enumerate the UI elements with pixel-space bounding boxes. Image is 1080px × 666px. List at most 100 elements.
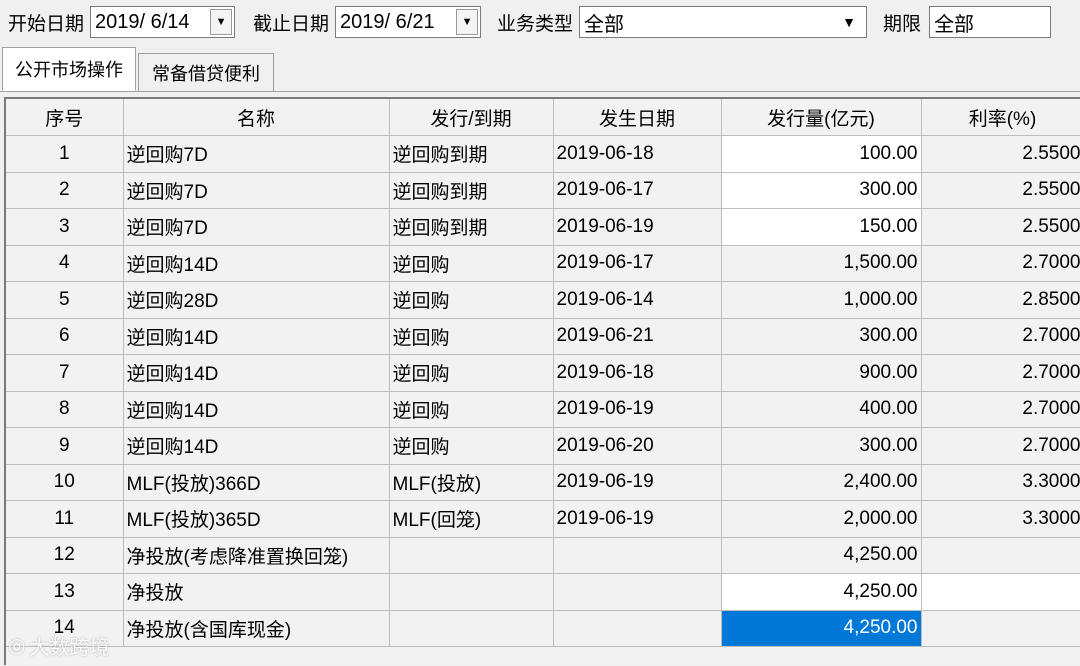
cell-index: 10 <box>6 464 124 501</box>
term-label: 期限 <box>883 13 922 35</box>
cell-rate: 2.7000 <box>921 245 1080 282</box>
cell-date: 2019-06-18 <box>553 135 722 173</box>
cell-index: 7 <box>6 354 124 392</box>
table-header-row: 序号 名称 发行/到期 发生日期 发行量(亿元) 利率(%) <box>6 99 1080 136</box>
col-header-amount[interactable]: 发行量(亿元) <box>721 99 922 136</box>
business-type-select[interactable]: 全部 ▼ <box>579 6 868 38</box>
cell-direction: 逆回购到期 <box>389 208 554 246</box>
table-row[interactable]: 2 逆回购7D 逆回购到期 2019-06-17 300.00 2.5500 <box>6 172 1080 209</box>
cell-date: 2019-06-21 <box>553 318 722 355</box>
filter-bar: 开始日期 2019/ 6/14 ▼ 截止日期 2019/ 6/21 ▼ 业务类型… <box>0 0 1080 44</box>
cell-date <box>553 573 722 611</box>
data-grid[interactable]: 序号 名称 发行/到期 发生日期 发行量(亿元) 利率(%) 1 逆回购7D 逆回购… <box>4 97 1080 665</box>
col-header-rate[interactable]: 利率(%) <box>921 99 1080 136</box>
business-type-label: 业务类型 <box>497 13 574 35</box>
cell-rate: 3.3000 <box>921 500 1080 538</box>
cell-rate: 2.5500 <box>921 135 1080 173</box>
cell-direction: 逆回购 <box>389 245 554 282</box>
cell-rate <box>921 610 1080 647</box>
cell-direction: 逆回购 <box>389 354 554 392</box>
cell-name: 净投放(含国库现金) <box>123 610 390 647</box>
selected-cell-amount[interactable]: 4,250.00 <box>721 610 922 647</box>
cell-date: 2019-06-19 <box>553 208 722 246</box>
table-row[interactable]: 6 逆回购14D 逆回购 2019-06-21 300.00 2.7000 <box>6 318 1080 355</box>
business-type-value: 全部 <box>584 13 625 36</box>
cell-direction: MLF(投放) <box>389 464 554 501</box>
cell-rate: 2.7000 <box>921 354 1080 392</box>
cell-amount: 4,250.00 <box>721 537 922 574</box>
cell-index: 2 <box>6 172 124 209</box>
col-header-date[interactable]: 发生日期 <box>553 99 722 136</box>
cell-date: 2019-06-19 <box>553 500 722 538</box>
table-row[interactable]: 14 净投放(含国库现金) 4,250.00 <box>6 610 1080 647</box>
cell-name: MLF(投放)366D <box>123 464 390 501</box>
tab-standing-lending[interactable]: 常备借贷便利 <box>138 53 274 91</box>
cell-index: 4 <box>6 245 124 282</box>
cell-index: 11 <box>6 500 124 538</box>
cell-amount: 300.00 <box>721 172 922 209</box>
term-select[interactable]: 全部 <box>929 6 1052 38</box>
table-row[interactable]: 4 逆回购14D 逆回购 2019-06-17 1,500.00 2.7000 <box>6 245 1080 282</box>
chevron-down-icon[interactable]: ▼ <box>456 9 479 35</box>
cell-name: 逆回购14D <box>123 427 390 465</box>
cell-amount: 900.00 <box>721 354 922 392</box>
end-date-picker[interactable]: 2019/ 6/21 ▼ <box>335 6 482 38</box>
tab-strip: 公开市场操作 常备借贷便利 <box>0 47 1080 92</box>
cell-name: 逆回购14D <box>123 245 390 282</box>
cell-amount: 150.00 <box>721 208 922 246</box>
cell-direction: 逆回购 <box>389 391 554 428</box>
col-header-index[interactable]: 序号 <box>6 99 124 136</box>
table-row[interactable]: 11 MLF(投放)365D MLF(回笼) 2019-06-19 2,000.00 3.… <box>6 500 1080 538</box>
chevron-down-icon[interactable]: ▼ <box>838 9 860 35</box>
cell-date <box>553 537 722 574</box>
cell-amount: 1,500.00 <box>721 245 922 282</box>
cell-name: 逆回购14D <box>123 391 390 428</box>
cell-index: 13 <box>6 573 124 611</box>
cell-rate <box>921 537 1080 574</box>
tab-label: 公开市场操作 <box>15 60 123 80</box>
cell-amount: 1,000.00 <box>721 281 922 319</box>
cell-direction: 逆回购 <box>389 281 554 319</box>
cell-name: 逆回购14D <box>123 354 390 392</box>
table-row[interactable]: 9 逆回购14D 逆回购 2019-06-20 300.00 2.7000 <box>6 427 1080 465</box>
col-header-name[interactable]: 名称 <box>123 99 390 136</box>
cell-index: 6 <box>6 318 124 355</box>
cell-amount: 400.00 <box>721 391 922 428</box>
cell-amount: 2,400.00 <box>721 464 922 501</box>
cell-rate: 2.7000 <box>921 318 1080 355</box>
table-row[interactable]: 1 逆回购7D 逆回购到期 2019-06-18 100.00 2.5500 <box>6 135 1080 173</box>
col-header-direction[interactable]: 发行/到期 <box>389 99 554 136</box>
cell-amount: 2,000.00 <box>721 500 922 538</box>
table-row[interactable]: 13 净投放 4,250.00 <box>6 573 1080 611</box>
cell-index: 9 <box>6 427 124 465</box>
cell-name: 净投放(考虑降准置换回笼) <box>123 537 390 574</box>
cell-rate: 2.7000 <box>921 427 1080 465</box>
chevron-down-icon[interactable]: ▼ <box>210 9 233 35</box>
cell-index: 1 <box>6 135 124 173</box>
cell-index: 3 <box>6 208 124 246</box>
cell-amount: 4,250.00 <box>721 573 922 611</box>
cell-date: 2019-06-19 <box>553 464 722 501</box>
table-row[interactable]: 3 逆回购7D 逆回购到期 2019-06-19 150.00 2.5500 <box>6 208 1080 246</box>
cell-date <box>553 610 722 647</box>
cell-rate: 2.5500 <box>921 208 1080 246</box>
cell-date: 2019-06-14 <box>553 281 722 319</box>
table-row[interactable]: 8 逆回购14D 逆回购 2019-06-19 400.00 2.7000 <box>6 391 1080 428</box>
cell-rate: 2.5500 <box>921 172 1080 209</box>
cell-name: 逆回购14D <box>123 318 390 355</box>
table-row[interactable]: 7 逆回购14D 逆回购 2019-06-18 900.00 2.7000 <box>6 354 1080 392</box>
table-row[interactable]: 12 净投放(考虑降准置换回笼) 4,250.00 <box>6 537 1080 574</box>
cell-date: 2019-06-17 <box>553 245 722 282</box>
cell-name: 净投放 <box>123 573 390 611</box>
tab-open-market[interactable]: 公开市场操作 <box>2 47 136 91</box>
cell-name: 逆回购7D <box>123 172 390 209</box>
cell-name: MLF(投放)365D <box>123 500 390 538</box>
cell-direction: 逆回购到期 <box>389 135 554 173</box>
start-date-picker[interactable]: 2019/ 6/14 ▼ <box>90 6 236 38</box>
table-row[interactable]: 10 MLF(投放)366D MLF(投放) 2019-06-19 2,400.00 3.… <box>6 464 1080 501</box>
cell-date: 2019-06-18 <box>553 354 722 392</box>
cell-amount: 300.00 <box>721 427 922 465</box>
cell-direction <box>389 537 554 574</box>
table-row[interactable]: 5 逆回购28D 逆回购 2019-06-14 1,000.00 2.8500 <box>6 281 1080 319</box>
end-date-label: 截止日期 <box>253 13 330 35</box>
